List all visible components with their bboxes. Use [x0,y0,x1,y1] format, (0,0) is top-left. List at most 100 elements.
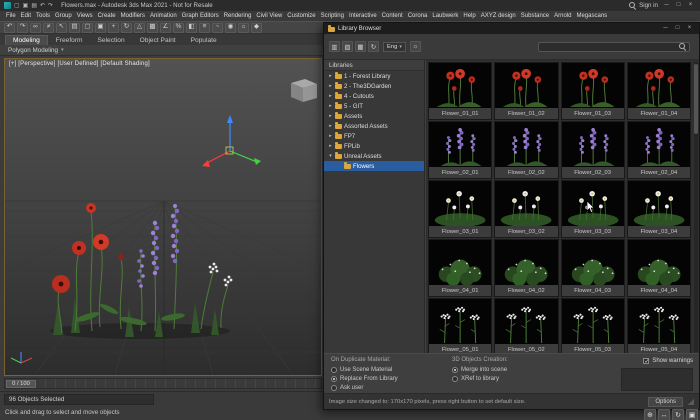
show-warnings-checkbox[interactable]: Show warnings [643,358,693,365]
tree-item[interactable]: ▸ FPLib [324,141,424,151]
radio-option[interactable]: Use Scene Material [331,365,398,374]
maximize-button[interactable]: □ [672,24,683,33]
tree-item[interactable]: ▸ 4 - Cutouts [324,91,424,101]
zoom-extents-icon[interactable]: ⊕ [644,409,656,420]
select-and-scale-icon[interactable]: △ [134,22,145,33]
menu-item[interactable]: Civil View [256,13,282,19]
select-by-name-icon[interactable]: ▤ [69,22,80,33]
asset-thumbnail[interactable]: Flower_05_03 [560,298,625,353]
align-icon[interactable]: ≡ [199,22,210,33]
window-crossing-icon[interactable]: ▣ [95,22,106,33]
asset-thumbnail[interactable]: Flower_02_03 [560,121,625,179]
menu-item[interactable]: Corona [408,13,428,19]
tree-expand-icon[interactable]: ▸ [328,83,333,89]
ribbon-tab[interactable]: Object Paint [133,36,183,45]
radio-option[interactable]: XRef to library [452,374,508,383]
asset-thumbnail[interactable]: Flower_01_02 [494,62,559,120]
add-files-icon[interactable]: ▦ [355,41,366,52]
grid-scrollbar-thumb[interactable] [694,64,698,134]
perspective-viewport[interactable]: [+] [Perspective] [User Defined] [Defaul… [4,58,322,376]
asset-thumbnail[interactable]: Flower_05_04 [626,298,691,353]
tree-expand-icon[interactable]: ▸ [328,93,333,99]
open-file-icon[interactable]: ▣ [23,2,29,10]
viewport-label[interactable]: [+] [Perspective] [User Defined] [Defaul… [9,61,150,67]
render-setup-icon[interactable]: ☼ [238,22,249,33]
time-slider[interactable]: 0 / 100 [4,378,322,389]
save-file-icon[interactable]: ▤ [31,2,37,10]
resize-grip[interactable] [687,398,694,405]
grid-scrollbar[interactable] [694,62,698,352]
menu-item[interactable]: Laubwerk [432,13,458,19]
asset-thumbnail[interactable]: Flower_04_02 [494,239,559,297]
menu-item[interactable]: Interactive [349,13,377,19]
orbit-view-icon[interactable]: ↻ [672,409,684,420]
time-slider-knob[interactable]: 0 / 100 [6,379,36,388]
minimize-button[interactable]: ─ [661,1,672,10]
tree-expand-icon[interactable]: ▸ [328,123,333,129]
menu-item[interactable]: Create [98,13,116,19]
tree-item[interactable]: Flowers [324,161,424,171]
unlink-selection-icon[interactable]: ≠ [43,22,54,33]
new-library-icon[interactable]: ▥ [329,41,340,52]
tree-item[interactable]: ▸ 5 - GIT [324,101,424,111]
angle-snap-icon[interactable]: ∠ [160,22,171,33]
asset-thumbnail[interactable]: Flower_03_01 [428,180,493,238]
minimize-button[interactable]: ─ [660,24,671,33]
menu-item[interactable]: Substance [521,13,549,19]
ribbon-tab[interactable]: Selection [91,36,132,45]
library-search[interactable] [538,41,690,52]
menu-item[interactable]: Modifiers [121,13,145,19]
open-library-icon[interactable]: ▧ [342,41,353,52]
curve-editor-icon[interactable]: ~ [212,22,223,33]
asset-thumbnail[interactable]: Flower_05_02 [494,298,559,353]
asset-thumbnail[interactable]: Flower_03_04 [626,180,691,238]
menu-item[interactable]: Help [463,13,475,19]
radio-option[interactable]: Merge into scene [452,365,508,374]
menu-item[interactable]: Arnold [554,13,571,19]
asset-thumbnail[interactable]: Flower_05_01 [428,298,493,353]
tree-item[interactable]: ▸ 1 - Forest Library [324,71,424,81]
asset-thumbnail[interactable]: Flower_02_01 [428,121,493,179]
menu-item[interactable]: Megascans [576,13,607,19]
menu-item[interactable]: Animation [150,13,177,19]
redo-icon[interactable]: ↷ [17,22,28,33]
radio-option[interactable]: Replace From Library [331,374,398,383]
sign-in-link[interactable]: Sign in [639,2,658,9]
ribbon-tab[interactable]: Modeling [5,35,48,45]
select-and-link-icon[interactable]: ∞ [30,22,41,33]
asset-thumbnail[interactable]: Flower_01_04 [626,62,691,120]
tree-item[interactable]: ▸ FP7 [324,131,424,141]
redo-icon[interactable]: ↷ [48,2,53,10]
menu-item[interactable]: Rendering [224,13,252,19]
menu-item[interactable]: Scripting [321,13,344,19]
refresh-icon[interactable]: ↻ [368,41,379,52]
asset-thumbnail[interactable]: Flower_01_01 [428,62,493,120]
asset-thumbnail[interactable]: Flower_04_03 [560,239,625,297]
tree-expand-icon[interactable]: ▸ [328,113,333,119]
menu-item[interactable]: Views [77,13,93,19]
snaps-toggle-icon[interactable]: ▩ [147,22,158,33]
radio-option[interactable]: Ask user [331,383,398,392]
maximize-button[interactable]: □ [673,1,684,10]
tree-item[interactable]: ▸ Assets [324,111,424,121]
tree-item[interactable]: ▸ 2 - The3DGarden [324,81,424,91]
asset-thumbnail[interactable]: Flower_04_01 [428,239,493,297]
close-button[interactable]: × [684,24,695,33]
chevron-down-icon[interactable]: ▾ [61,47,64,53]
asset-thumbnail[interactable]: Flower_02_02 [494,121,559,179]
tree-expand-icon[interactable]: ▸ [328,103,333,109]
pan-view-icon[interactable]: ↔ [658,409,670,420]
ribbon-tab[interactable]: Freeform [49,36,90,45]
settings-icon[interactable]: ☼ [409,41,421,52]
asset-thumbnail[interactable]: Flower_01_03 [560,62,625,120]
new-scene-icon[interactable]: ▢ [14,2,20,10]
library-search-input[interactable] [542,43,677,50]
options-button[interactable]: Options [648,396,683,407]
menu-item[interactable]: Tools [36,13,50,19]
tree-expand-icon[interactable]: ▸ [328,133,333,139]
menu-item[interactable]: Customize [287,13,315,19]
tree-expand-icon[interactable]: ▸ [328,73,333,79]
language-select[interactable]: Eng ▾ [383,41,406,52]
ribbon-tab[interactable]: Populate [184,36,224,45]
maximize-viewport-icon[interactable]: ▣ [686,409,698,420]
